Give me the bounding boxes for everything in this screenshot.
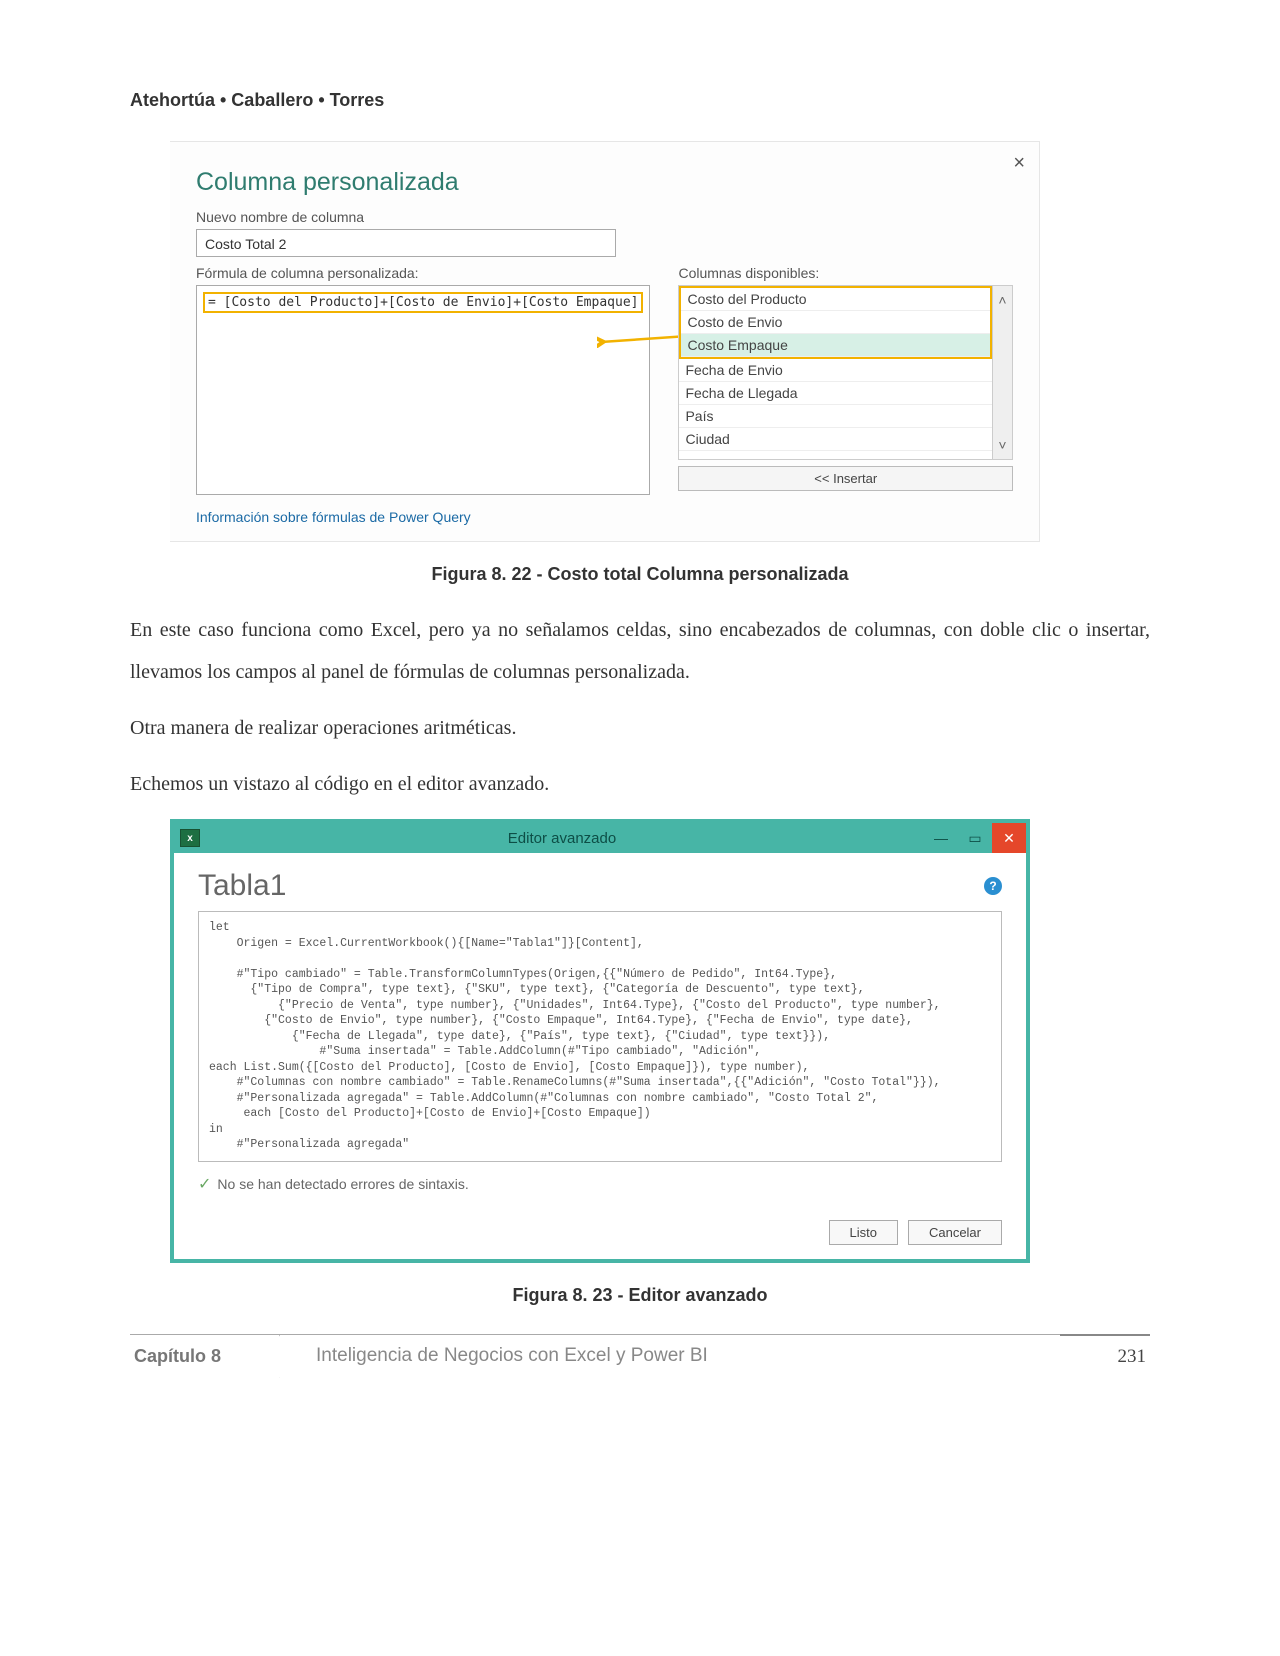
- body-paragraph: En este caso funciona como Excel, pero y…: [130, 609, 1150, 693]
- advanced-editor-dialog: x Editor avanzado — ▭ ✕ ? Tabla1 let Ori…: [170, 819, 1030, 1263]
- help-icon[interactable]: ?: [984, 877, 1002, 895]
- available-columns-list[interactable]: Costo del Producto Costo de Envio Costo …: [678, 285, 1013, 460]
- chapter-label: Capítulo 8: [130, 1335, 280, 1378]
- query-name: Tabla1: [198, 869, 1002, 903]
- done-button[interactable]: Listo: [829, 1220, 898, 1245]
- syntax-status: ✓ No se han detectado errores de sintaxi…: [198, 1174, 1002, 1194]
- figure-caption-2: Figura 8. 23 - Editor avanzado: [130, 1285, 1150, 1306]
- scrollbar[interactable]: ˄ ˅: [992, 286, 1012, 459]
- syntax-status-text: No se han detectado errores de sintaxis.: [217, 1176, 468, 1192]
- chevron-up-icon[interactable]: ˄: [998, 292, 1006, 308]
- formula-text: = [Costo del Producto]+[Costo de Envio]+…: [203, 292, 643, 313]
- authors-line: Atehortúa • Caballero • Torres: [130, 90, 1150, 111]
- body-paragraph: Echemos un vistazo al código en el edito…: [130, 763, 1150, 805]
- formula-input[interactable]: = [Costo del Producto]+[Costo de Envio]+…: [196, 285, 650, 495]
- formula-label: Fórmula de columna personalizada:: [196, 265, 650, 281]
- minimize-button[interactable]: —: [924, 823, 958, 853]
- page-footer: Capítulo 8 Inteligencia de Negocios con …: [130, 1334, 1150, 1378]
- close-icon[interactable]: ×: [1013, 152, 1025, 175]
- custom-column-dialog: × Columna personalizada Nuevo nombre de …: [170, 141, 1040, 542]
- window-title: Editor avanzado: [200, 830, 924, 847]
- list-item[interactable]: Ciudad: [679, 428, 992, 451]
- chevron-down-icon[interactable]: ˅: [998, 437, 1006, 453]
- list-item[interactable]: Costo del Producto: [681, 288, 990, 311]
- excel-icon: x: [180, 829, 200, 847]
- cancel-button[interactable]: Cancelar: [908, 1220, 1002, 1245]
- dialog-title: Columna personalizada: [196, 168, 1013, 197]
- available-columns-label: Columnas disponibles:: [678, 265, 1013, 281]
- maximize-button[interactable]: ▭: [958, 823, 992, 853]
- insert-button[interactable]: << Insertar: [678, 466, 1013, 491]
- book-title: Inteligencia de Negocios con Excel y Pow…: [280, 1345, 1060, 1367]
- check-icon: ✓: [198, 1174, 211, 1194]
- list-item[interactable]: Fecha de Envio: [679, 359, 992, 382]
- list-item[interactable]: Costo Empaque: [681, 334, 990, 357]
- code-editor[interactable]: let Origen = Excel.CurrentWorkbook(){[Na…: [198, 911, 1002, 1162]
- list-item[interactable]: Fecha de Llegada: [679, 382, 992, 405]
- window-titlebar: x Editor avanzado — ▭ ✕: [174, 823, 1026, 853]
- new-column-input[interactable]: Costo Total 2: [196, 229, 616, 257]
- list-item[interactable]: Costo de Envio: [681, 311, 990, 334]
- power-query-info-link[interactable]: Información sobre fórmulas de Power Quer…: [196, 509, 1013, 525]
- body-paragraph: Otra manera de realizar operaciones arit…: [130, 707, 1150, 749]
- new-column-label: Nuevo nombre de columna: [196, 209, 1013, 225]
- new-column-value: Costo Total 2: [205, 236, 286, 252]
- close-button[interactable]: ✕: [992, 823, 1026, 853]
- page-number: 231: [1060, 1334, 1150, 1378]
- list-item[interactable]: País: [679, 405, 992, 428]
- figure-caption-1: Figura 8. 22 - Costo total Columna perso…: [130, 564, 1150, 585]
